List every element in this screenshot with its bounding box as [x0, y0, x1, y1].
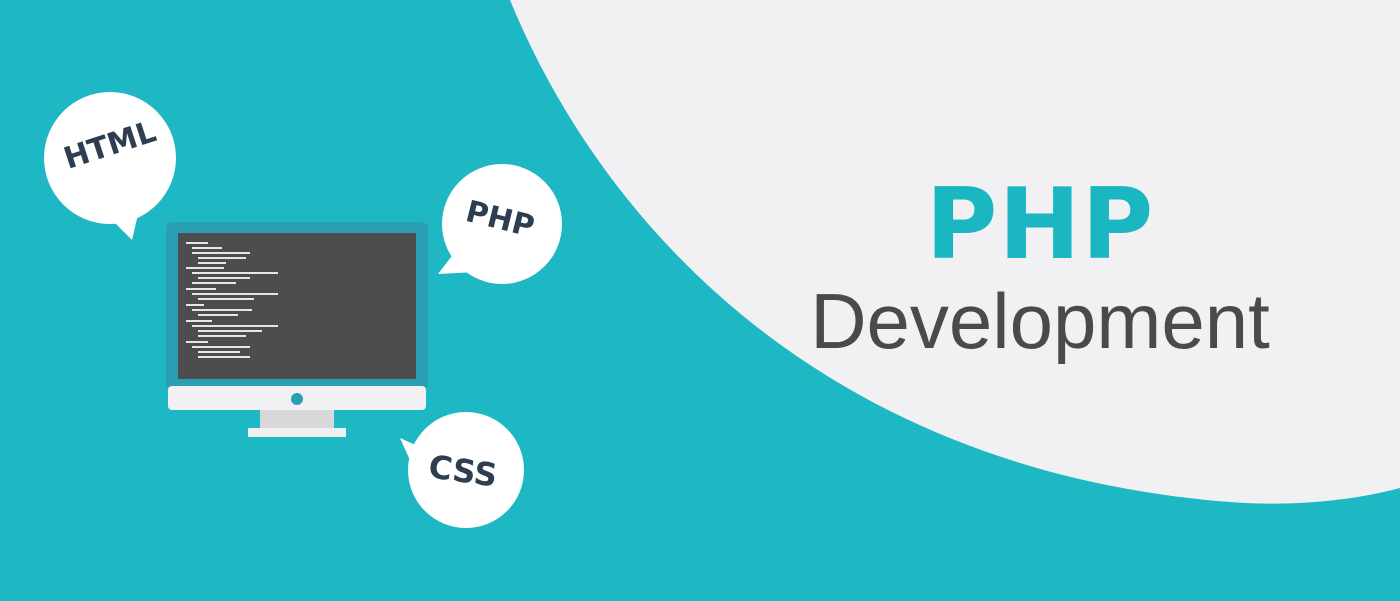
headline-title: PHP	[925, 168, 1155, 282]
monitor-illustration	[166, 222, 428, 440]
monitor-icon	[166, 222, 428, 437]
html-speech-bubble: HTML	[40, 88, 180, 243]
php-speech-bubble: PHP	[436, 160, 564, 290]
headline-subtitle: Development	[810, 277, 1270, 365]
headline: PHP Development	[760, 170, 1320, 366]
php-development-banner: PHP Development HTML PHP CSS	[0, 0, 1400, 601]
